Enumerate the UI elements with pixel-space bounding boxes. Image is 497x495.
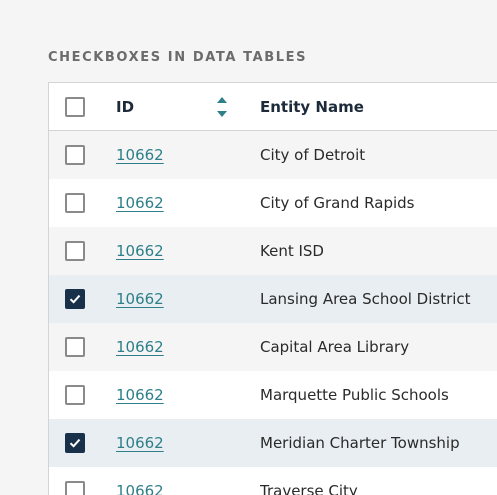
row-entity-name: Capital Area Library: [260, 338, 410, 356]
row-checkbox[interactable]: [65, 241, 85, 261]
row-id-link[interactable]: 10662: [116, 194, 164, 212]
row-entity-name: Marquette Public Schools: [260, 386, 449, 404]
row-entity-name: Meridian Charter Township: [260, 434, 460, 452]
checkmark-icon: [69, 294, 81, 304]
data-table: ID Entity Name 10662 City of Detroit 10662…: [48, 82, 497, 495]
row-id-link[interactable]: 10662: [116, 482, 164, 495]
row-checkbox[interactable]: [65, 433, 85, 453]
table-row[interactable]: 10662 Lansing Area School District: [49, 275, 497, 323]
checkmark-icon: [69, 438, 81, 448]
table-row[interactable]: 10662 Kent ISD: [49, 227, 497, 275]
row-checkbox[interactable]: [65, 481, 85, 495]
row-checkbox[interactable]: [65, 289, 85, 309]
table-row[interactable]: 10662 City of Grand Rapids: [49, 179, 497, 227]
column-header-entity-name[interactable]: Entity Name: [260, 98, 364, 116]
row-entity-name: Kent ISD: [260, 242, 324, 260]
row-checkbox[interactable]: [65, 337, 85, 357]
table-row[interactable]: 10662 Meridian Charter Township: [49, 419, 497, 467]
row-entity-name: Lansing Area School District: [260, 290, 471, 308]
section-title: CHECKBOXES IN DATA TABLES: [48, 50, 308, 65]
row-checkbox[interactable]: [65, 385, 85, 405]
row-entity-name: Traverse City: [260, 482, 358, 495]
sort-up-down-icon[interactable]: [215, 95, 229, 119]
row-entity-name: City of Detroit: [260, 146, 366, 164]
table-row[interactable]: 10662 Capital Area Library: [49, 323, 497, 371]
table-row[interactable]: 10662 City of Detroit: [49, 131, 497, 179]
row-id-link[interactable]: 10662: [116, 242, 164, 260]
row-id-link[interactable]: 10662: [116, 290, 164, 308]
column-header-id[interactable]: ID: [116, 98, 134, 116]
row-checkbox[interactable]: [65, 193, 85, 213]
table-row[interactable]: 10662 Marquette Public Schools: [49, 371, 497, 419]
row-id-link[interactable]: 10662: [116, 434, 164, 452]
select-all-checkbox[interactable]: [65, 96, 85, 117]
row-checkbox[interactable]: [65, 145, 85, 165]
row-id-link[interactable]: 10662: [116, 386, 164, 404]
row-id-link[interactable]: 10662: [116, 146, 164, 164]
table-row[interactable]: 10662 Traverse City: [49, 467, 497, 495]
row-entity-name: City of Grand Rapids: [260, 194, 415, 212]
row-id-link[interactable]: 10662: [116, 338, 164, 356]
table-header-row: ID Entity Name: [49, 83, 497, 131]
